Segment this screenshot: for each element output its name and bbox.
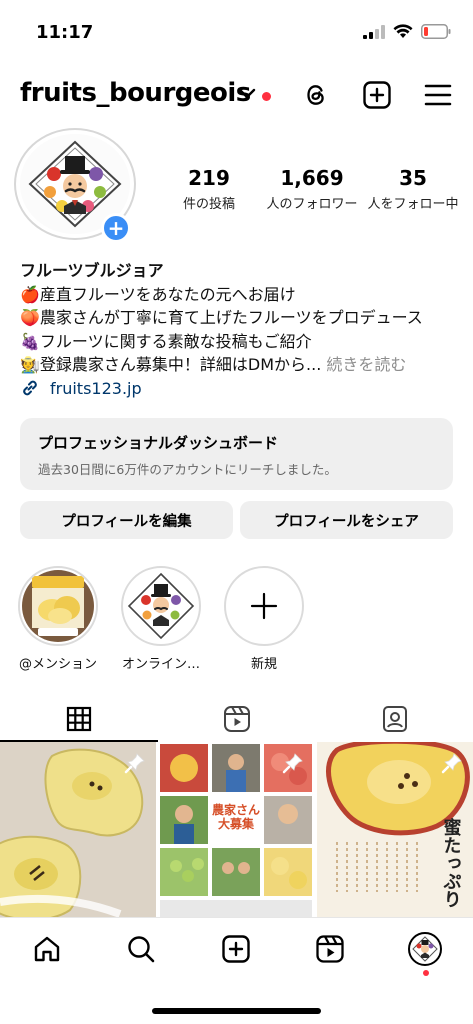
stat-posts[interactable]: 219 件の投稿 bbox=[168, 166, 250, 212]
stat-following[interactable]: 35 人をフォロー中 bbox=[366, 166, 460, 212]
dashboard-subtitle: 過去30日間に6万件のアカウントにリーチしました。 bbox=[38, 462, 337, 477]
nav-profile[interactable] bbox=[408, 932, 442, 966]
profile-display-name: フルーツブルジョア bbox=[20, 261, 164, 280]
grid-icon bbox=[66, 706, 92, 732]
create-post-icon bbox=[222, 935, 250, 963]
threads-icon[interactable] bbox=[301, 80, 331, 110]
mention-cover-image bbox=[22, 570, 94, 642]
bio-line: 🍇フルーツに関する素敵な投稿もご紹介 bbox=[20, 331, 312, 351]
stat-posts-label: 件の投稿 bbox=[182, 197, 235, 212]
home-icon bbox=[34, 936, 60, 962]
pinned-post-icon bbox=[124, 753, 145, 774]
nav-search[interactable] bbox=[124, 932, 158, 966]
read-more-link[interactable]: 続きを読む bbox=[326, 355, 406, 374]
tagged-user-icon bbox=[383, 706, 407, 732]
profile-tabs bbox=[0, 696, 473, 742]
pinned-post-icon bbox=[282, 753, 303, 774]
professional-dashboard[interactable]: プロフェッショナルダッシュボード 過去30日間に6万件のアカウントにリーチしまし… bbox=[20, 418, 453, 490]
bio-line-text: 🧑‍🌾登録農家さん募集中！詳細はDMから... bbox=[20, 355, 322, 374]
share-profile-button[interactable]: プロフィールをシェア bbox=[240, 501, 453, 539]
highlight-cover bbox=[18, 566, 98, 646]
nav-home[interactable] bbox=[30, 932, 64, 966]
reels-icon bbox=[316, 935, 344, 963]
posts-grid: 農家さん大募集 蜜たっぷり bbox=[0, 742, 473, 917]
username-switcher[interactable]: fruits_bourgeois bbox=[20, 78, 251, 108]
status-icons bbox=[363, 24, 451, 39]
nav-create[interactable] bbox=[219, 932, 253, 966]
profile-avatar-icon bbox=[408, 932, 442, 966]
bottom-navigation bbox=[0, 917, 473, 1024]
highlight-new[interactable]: 新規 bbox=[224, 566, 304, 672]
plus-icon bbox=[250, 592, 278, 620]
battery-low-icon bbox=[421, 24, 451, 39]
stat-followers-label: 人のフォロワー bbox=[266, 197, 358, 212]
pinned-post-icon bbox=[441, 753, 462, 774]
create-post-icon[interactable] bbox=[362, 80, 392, 110]
highlight-label: 新規 bbox=[250, 657, 277, 672]
dashboard-title: プロフェッショナルダッシュボード bbox=[38, 434, 279, 452]
gentleman-logo-icon bbox=[125, 570, 197, 642]
edit-profile-button[interactable]: プロフィールを編集 bbox=[20, 501, 233, 539]
post-thumbnail[interactable]: 蜜たっぷり bbox=[317, 742, 473, 917]
status-bar: 11:17 bbox=[0, 0, 473, 60]
stat-posts-count: 219 bbox=[188, 166, 230, 190]
nav-reels[interactable] bbox=[313, 932, 347, 966]
bio-line: 🍑農家さんが丁寧に育て上げたフルーツをプロデュース bbox=[20, 308, 423, 327]
highlight-online-shop[interactable]: オンライン… bbox=[121, 566, 201, 672]
wifi-icon bbox=[393, 24, 413, 38]
post-thumbnail[interactable]: 農家さん大募集 bbox=[158, 742, 314, 917]
highlight-label: オンライン… bbox=[121, 657, 200, 672]
profile-link-text: fruits123.jp bbox=[50, 378, 142, 398]
stat-followers[interactable]: 1,669 人のフォロワー bbox=[262, 166, 362, 212]
profile-header: fruits_bourgeois bbox=[0, 72, 473, 118]
bio-line: 🍎産直フルーツをあなたの元へお届け bbox=[20, 284, 296, 304]
stat-following-count: 35 bbox=[399, 166, 427, 190]
tab-reels[interactable] bbox=[158, 696, 316, 742]
tab-posts-grid[interactable] bbox=[0, 696, 158, 742]
stat-following-label: 人をフォロー中 bbox=[367, 197, 459, 212]
chevron-down-icon[interactable] bbox=[238, 88, 256, 100]
profile-link[interactable]: fruits123.jp bbox=[20, 378, 142, 398]
profile-notification-dot bbox=[423, 970, 429, 976]
status-time: 11:17 bbox=[36, 22, 94, 43]
highlight-cover bbox=[224, 566, 304, 646]
link-icon bbox=[23, 380, 37, 396]
cellular-signal-icon bbox=[363, 24, 385, 39]
post-caption-text: 蜜たっぷり bbox=[441, 817, 462, 908]
stat-followers-count: 1,669 bbox=[280, 166, 344, 190]
search-icon bbox=[128, 936, 155, 963]
highlight-label: @メンション bbox=[18, 657, 97, 672]
add-story-button[interactable]: + bbox=[101, 213, 131, 243]
menu-icon[interactable] bbox=[423, 80, 453, 110]
tab-tagged[interactable] bbox=[316, 696, 473, 742]
highlight-mentions[interactable]: @メンション bbox=[18, 566, 98, 672]
post-caption-text: 農家さん大募集 bbox=[212, 802, 260, 831]
highlight-cover bbox=[121, 566, 201, 646]
home-indicator bbox=[152, 1008, 321, 1014]
post-thumbnail[interactable] bbox=[0, 742, 156, 917]
reels-icon bbox=[224, 706, 250, 732]
bio-line: 🧑‍🌾登録農家さん募集中！詳細はDMから... 続きを読む bbox=[20, 353, 460, 377]
notification-dot bbox=[262, 92, 271, 101]
profile-bio: フルーツブルジョア 🍎産直フルーツをあなたの元へお届け 🍑農家さんが丁寧に育て上… bbox=[20, 259, 460, 377]
